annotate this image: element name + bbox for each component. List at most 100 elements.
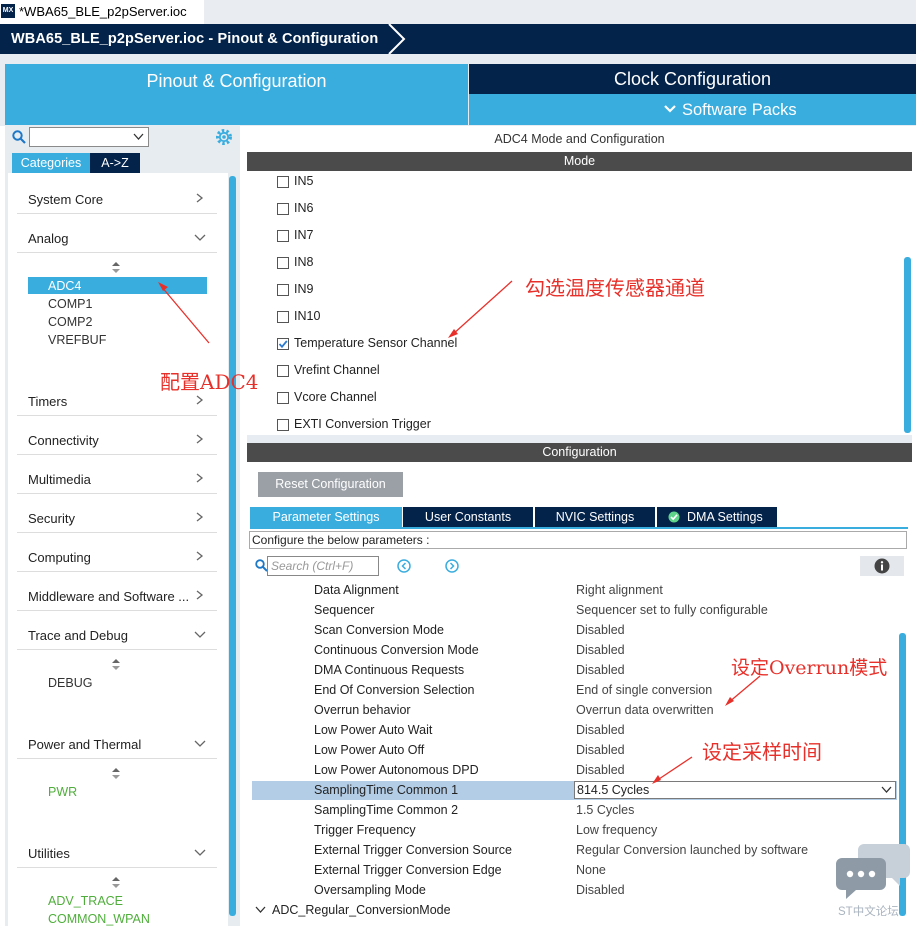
categories-button[interactable]: Categories: [12, 153, 90, 173]
category-analog[interactable]: Analog: [28, 231, 68, 246]
category-connectivity[interactable]: Connectivity: [28, 433, 99, 448]
chevron-right-icon[interactable]: [194, 589, 206, 601]
param-value[interactable]: Regular Conversion launched by software: [576, 843, 808, 857]
divider: [17, 867, 217, 868]
software-packs-menu[interactable]: Software Packs: [469, 94, 916, 125]
stm32cubemx-logo-icon: MX: [1, 4, 15, 18]
category-system-core[interactable]: System Core: [28, 192, 103, 207]
check-circle-icon: [668, 511, 680, 523]
divider: [17, 758, 217, 759]
breadcrumb[interactable]: WBA65_BLE_p2pServer.ioc - Pinout & Confi…: [11, 31, 378, 47]
mode-header: Mode: [247, 152, 912, 171]
tab-user-constants[interactable]: User Constants: [403, 507, 533, 527]
item-vrefbuf[interactable]: VREFBUF: [48, 333, 106, 347]
param-value[interactable]: Disabled: [576, 763, 625, 777]
item-adv-trace[interactable]: ADV_TRACE: [48, 894, 123, 908]
previous-icon[interactable]: [397, 559, 411, 573]
chevron-right-icon[interactable]: [194, 472, 206, 484]
tab-dma-settings[interactable]: DMA Settings: [657, 507, 777, 527]
chevron-down-icon[interactable]: [194, 737, 206, 749]
sampling-time-value: 814.5 Cycles: [577, 783, 650, 797]
checkbox-vrefint[interactable]: [277, 365, 289, 377]
param-value[interactable]: None: [576, 863, 606, 877]
param-value[interactable]: 1.5 Cycles: [576, 803, 634, 817]
checkbox-temperature-sensor[interactable]: [277, 338, 289, 350]
chevron-right-icon[interactable]: [194, 394, 206, 406]
checkbox-vcore[interactable]: [277, 392, 289, 404]
tab-pinout-configuration[interactable]: Pinout & Configuration: [5, 64, 468, 125]
tab-nvic-settings[interactable]: NVIC Settings: [535, 507, 655, 527]
param-value[interactable]: Disabled: [576, 883, 625, 897]
checkbox-in8[interactable]: [277, 257, 289, 269]
info-icon: [874, 558, 890, 574]
tab-dma-label: DMA Settings: [687, 510, 763, 524]
param-name: SamplingTime Common 2: [314, 803, 459, 817]
item-pwr[interactable]: PWR: [48, 785, 77, 799]
chevron-down-icon[interactable]: [194, 628, 206, 640]
chevron-right-icon[interactable]: [194, 511, 206, 523]
param-value[interactable]: Right alignment: [576, 583, 663, 597]
category-search-combo[interactable]: [29, 127, 149, 147]
checkbox-in9[interactable]: [277, 284, 289, 296]
file-tab[interactable]: MX *WBA65_BLE_p2pServer.ioc: [0, 0, 205, 24]
item-adc4[interactable]: ADC4: [48, 279, 81, 293]
category-multimedia[interactable]: Multimedia: [28, 472, 91, 487]
reset-configuration-button[interactable]: Reset Configuration: [258, 472, 403, 497]
next-icon[interactable]: [445, 559, 459, 573]
param-value[interactable]: Disabled: [576, 723, 625, 737]
checkbox-in6[interactable]: [277, 203, 289, 215]
checkbox-in10[interactable]: [277, 311, 289, 323]
item-debug[interactable]: DEBUG: [48, 676, 92, 690]
category-security[interactable]: Security: [28, 511, 75, 526]
chevron-down-icon[interactable]: [194, 231, 206, 243]
gear-icon[interactable]: [215, 128, 233, 146]
item-comp2[interactable]: COMP2: [48, 315, 92, 329]
param-value[interactable]: Disabled: [576, 623, 625, 637]
sort-icon[interactable]: [111, 262, 121, 274]
param-value[interactable]: Disabled: [576, 743, 625, 757]
chevron-right-icon[interactable]: [194, 550, 206, 562]
param-value[interactable]: Overrun data overwritten: [576, 703, 714, 717]
sort-icon[interactable]: [111, 877, 121, 889]
category-middleware[interactable]: Middleware and Software ...: [28, 589, 189, 604]
mode-panel-title: ADC4 Mode and Configuration: [247, 126, 912, 152]
checkbox-in5[interactable]: [277, 176, 289, 188]
tab-clock-configuration[interactable]: Clock Configuration: [469, 64, 916, 94]
item-common-wpan[interactable]: COMMON_WPAN: [48, 912, 150, 926]
chevron-right-icon[interactable]: [194, 433, 206, 445]
sort-icon[interactable]: [111, 659, 121, 671]
param-name: Low Power Auto Off: [314, 743, 425, 757]
category-trace-debug[interactable]: Trace and Debug: [28, 628, 128, 643]
category-computing[interactable]: Computing: [28, 550, 91, 565]
left-scrollbar[interactable]: [229, 176, 236, 916]
param-value[interactable]: Disabled: [576, 643, 625, 657]
mode-scrollbar[interactable]: [904, 257, 911, 433]
checkbox-in7[interactable]: [277, 230, 289, 242]
label-in9: IN9: [294, 282, 314, 296]
param-value[interactable]: Disabled: [576, 663, 625, 677]
chevron-down-icon[interactable]: [255, 906, 266, 914]
chevron-right-icon[interactable]: [194, 192, 206, 204]
param-value[interactable]: Low frequency: [576, 823, 657, 837]
panel-divider[interactable]: [247, 435, 912, 443]
search-icon[interactable]: [12, 130, 26, 144]
sampling-time-select[interactable]: 814.5 Cycles: [574, 781, 896, 799]
param-name: End Of Conversion Selection: [314, 683, 475, 697]
param-value[interactable]: Sequencer set to fully configurable: [576, 603, 768, 617]
annotation-temperature-channel: 勾选温度传感器通道: [525, 276, 705, 300]
tab-parameter-settings[interactable]: Parameter Settings: [250, 507, 402, 527]
param-value[interactable]: End of single conversion: [576, 683, 712, 697]
sort-icon[interactable]: [111, 768, 121, 780]
checkbox-exti-trigger[interactable]: [277, 419, 289, 431]
info-button[interactable]: [860, 556, 904, 576]
group-regular-conversion[interactable]: ADC_Regular_ConversionMode: [272, 903, 451, 917]
item-comp1[interactable]: COMP1: [48, 297, 92, 311]
az-button[interactable]: A->Z: [90, 153, 140, 173]
category-timers[interactable]: Timers: [28, 394, 67, 409]
chevron-down-icon[interactable]: [194, 846, 206, 858]
category-power-thermal[interactable]: Power and Thermal: [28, 737, 141, 752]
tab-clock-label: Clock Configuration: [613, 69, 772, 89]
parameter-search-input[interactable]: Search (Ctrl+F): [267, 556, 379, 576]
category-utilities[interactable]: Utilities: [28, 846, 70, 861]
divider: [17, 213, 217, 214]
